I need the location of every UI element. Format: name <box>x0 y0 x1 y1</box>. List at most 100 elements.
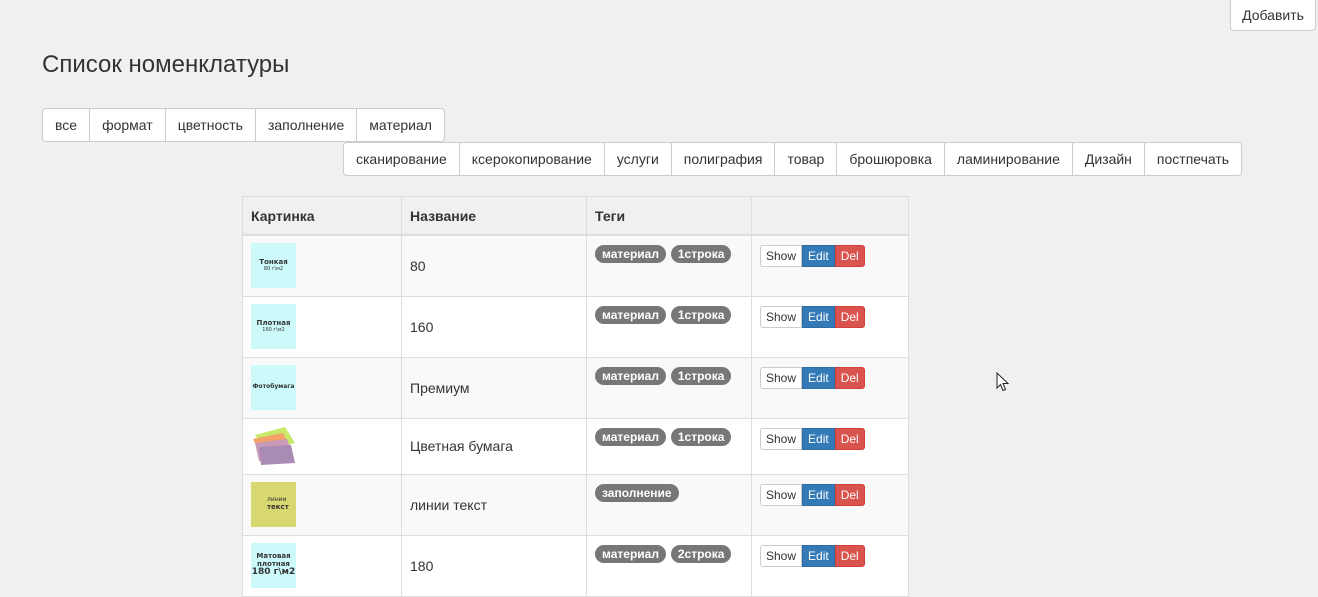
filter-all[interactable]: все <box>42 108 91 142</box>
show-button[interactable]: Show <box>760 305 803 328</box>
name-cell: 180 <box>401 534 587 597</box>
thumbnail-image: Фотобумага <box>251 365 296 410</box>
row-actions: Show Edit Del <box>760 305 865 328</box>
picture-cell: Плотная 160 г\м2 <box>242 295 402 358</box>
edit-button[interactable]: Edit <box>802 544 835 567</box>
thumbnail-line1: Фотобумага <box>252 383 295 391</box>
row-actions: Show Edit Del <box>760 245 865 267</box>
delete-button[interactable]: Del <box>834 245 865 267</box>
filter-color[interactable]: цветность <box>164 108 256 142</box>
actions-cell: Show Edit Del <box>751 473 909 536</box>
picture-cell <box>242 417 402 475</box>
filter-scanning[interactable]: сканирование <box>343 142 460 176</box>
thumbnail-line2: 180 г\м2 <box>251 567 296 578</box>
picture-cell: Матовая плотная 180 г\м2 <box>242 534 402 597</box>
filter-design[interactable]: Дизайн <box>1071 142 1145 176</box>
actions-cell: Show Edit Del <box>751 356 909 419</box>
thumbnail-image: Матовая плотная 180 г\м2 <box>251 543 296 588</box>
filter-postprint[interactable]: постпечать <box>1143 142 1243 176</box>
thumbnail-image: линии текст <box>251 482 296 527</box>
edit-button[interactable]: Edit <box>802 245 835 267</box>
actions-cell: Show Edit Del <box>751 295 909 358</box>
thumbnail-line1: Матовая плотная <box>256 551 291 568</box>
tags-cell: материал 2строка <box>586 534 752 597</box>
tag-badge: материал <box>595 427 666 446</box>
show-button[interactable]: Show <box>760 427 803 450</box>
nomenclature-table: Картинка Название Теги Тонкая 80 г\м2 80… <box>242 196 909 597</box>
delete-button[interactable]: Del <box>834 366 865 389</box>
tag-badge: 1строка <box>670 427 732 446</box>
edit-button[interactable]: Edit <box>802 305 835 328</box>
table-row: линии текст линии текст заполнение Show … <box>242 473 909 536</box>
add-button[interactable]: Добавить <box>1230 0 1316 31</box>
actions-cell: Show Edit Del <box>751 534 909 597</box>
picture-cell: линии текст <box>242 473 402 536</box>
mouse-cursor-icon <box>996 372 1010 392</box>
thumbnail-image: Плотная 160 г\м2 <box>251 304 296 349</box>
show-button[interactable]: Show <box>760 544 803 567</box>
actions-cell: Show Edit Del <box>751 417 909 475</box>
thumbnail-line2: 80 г\м2 <box>263 265 284 272</box>
show-button[interactable]: Show <box>760 366 803 389</box>
column-header-tags: Теги <box>586 196 752 236</box>
delete-button[interactable]: Del <box>834 483 865 506</box>
column-header-picture: Картинка <box>242 196 402 236</box>
row-actions: Show Edit Del <box>760 483 865 506</box>
filter-fill[interactable]: заполнение <box>254 108 358 142</box>
tags-cell: материал 1строка <box>586 417 752 475</box>
row-actions: Show Edit Del <box>760 366 865 389</box>
name-cell: 160 <box>401 295 587 358</box>
name-cell: Цветная бумага <box>401 417 587 475</box>
filter-group-secondary: сканирование ксерокопирование услуги пол… <box>343 142 1243 176</box>
delete-button[interactable]: Del <box>834 427 865 450</box>
filter-lamination[interactable]: ламинирование <box>943 142 1073 176</box>
tag-badge: 2строка <box>670 544 732 563</box>
tag-badge: 1строка <box>670 366 732 385</box>
tag-badge: материал <box>595 544 666 563</box>
thumbnail-image: Тонкая 80 г\м2 <box>251 243 296 289</box>
table-row: Фотобумага Премиум материал 1строка Show… <box>242 356 909 419</box>
name-cell: Премиум <box>401 356 587 419</box>
edit-button[interactable]: Edit <box>802 483 835 506</box>
table-row: Плотная 160 г\м2 160 материал 1строка Sh… <box>242 295 909 358</box>
name-cell: линии текст <box>401 473 587 536</box>
filter-binding[interactable]: брошюровка <box>836 142 945 176</box>
picture-cell: Тонкая 80 г\м2 <box>242 234 402 297</box>
filter-format[interactable]: формат <box>89 108 166 142</box>
tag-badge: материал <box>595 366 666 385</box>
picture-cell: Фотобумага <box>242 356 402 419</box>
show-button[interactable]: Show <box>760 245 803 267</box>
tags-cell: заполнение <box>586 473 752 536</box>
tag-badge: материал <box>595 245 666 263</box>
tag-badge: 1строка <box>670 305 732 324</box>
table-row: Матовая плотная 180 г\м2 180 материал 2с… <box>242 534 909 597</box>
filter-printing[interactable]: полиграфия <box>670 142 776 176</box>
filter-group-primary: все формат цветность заполнение материал <box>42 108 445 142</box>
tag-badge: материал <box>595 305 666 324</box>
name-cell: 80 <box>401 234 587 297</box>
edit-button[interactable]: Edit <box>802 366 835 389</box>
tag-badge: заполнение <box>595 483 679 502</box>
tag-badge: 1строка <box>670 245 732 263</box>
filter-services[interactable]: услуги <box>603 142 672 176</box>
tags-cell: материал 1строка <box>586 295 752 358</box>
column-header-actions <box>751 196 909 236</box>
show-button[interactable]: Show <box>760 483 803 506</box>
filter-copying[interactable]: ксерокопирование <box>458 142 605 176</box>
delete-button[interactable]: Del <box>834 305 865 328</box>
filter-goods[interactable]: товар <box>774 142 838 176</box>
table-row: Тонкая 80 г\м2 80 материал 1строка Show … <box>242 234 909 297</box>
thumbnail-line2: 160 г\м2 <box>262 326 285 333</box>
table-header-row: Картинка Название Теги <box>242 196 909 236</box>
tags-cell: материал 1строка <box>586 356 752 419</box>
page-title: Список номенклатуры <box>42 51 290 78</box>
colored-paper-image <box>251 424 296 465</box>
table-row: Цветная бумага материал 1строка Show Edi… <box>242 417 909 475</box>
tags-cell: материал 1строка <box>586 234 752 297</box>
delete-button[interactable]: Del <box>834 544 865 567</box>
filter-material[interactable]: материал <box>356 108 445 142</box>
row-actions: Show Edit Del <box>760 544 865 567</box>
thumbnail-line2: текст <box>267 502 289 511</box>
row-actions: Show Edit Del <box>760 427 865 450</box>
edit-button[interactable]: Edit <box>802 427 835 450</box>
